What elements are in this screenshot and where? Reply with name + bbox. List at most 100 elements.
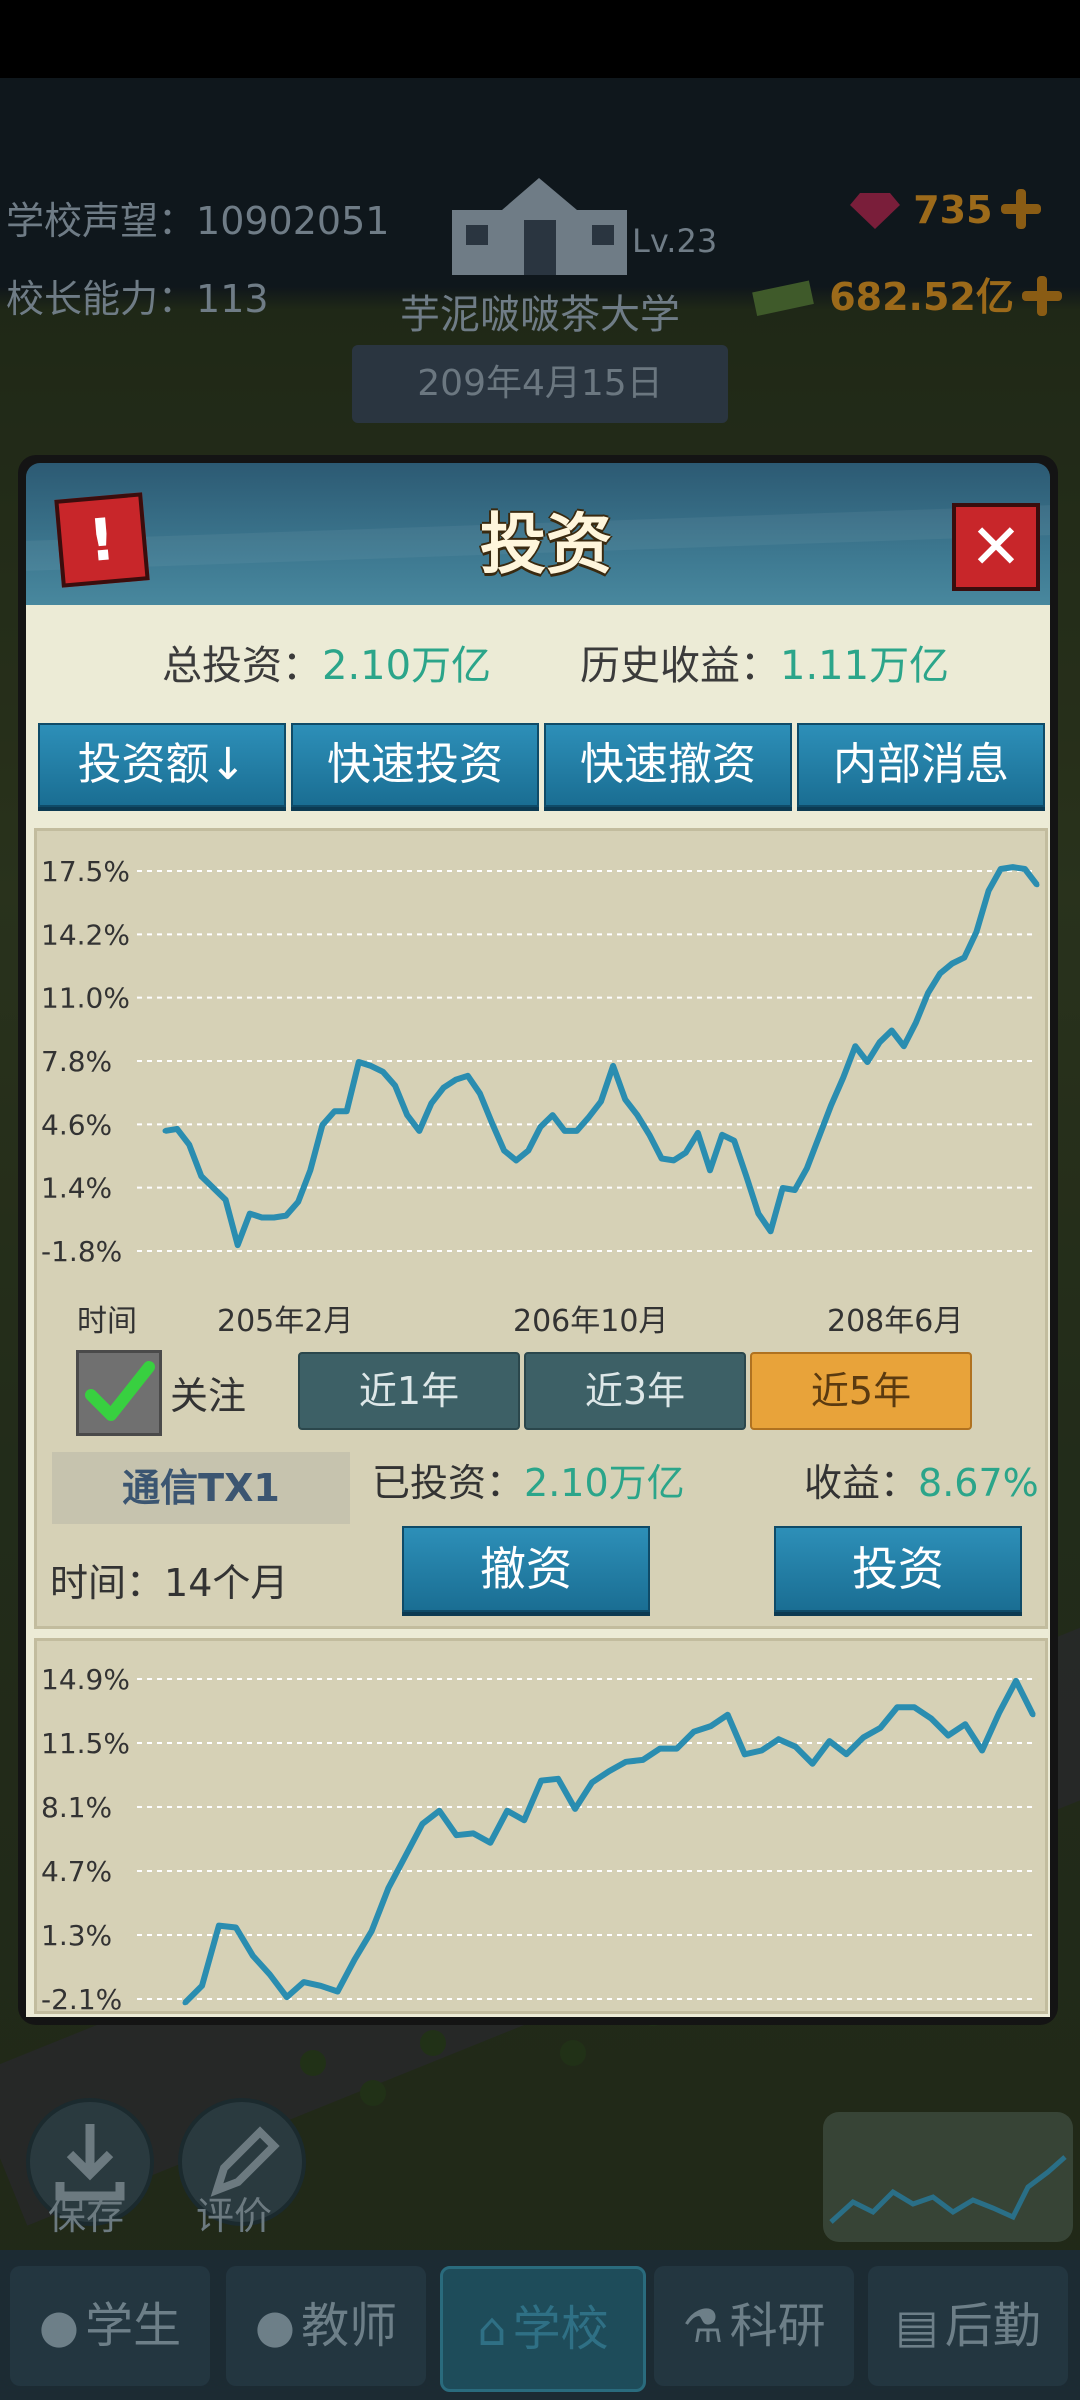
reputation-label: 学校声望： xyxy=(6,199,197,243)
stock-card-2: 14.9% 11.5% 8.1% 4.7% 1.3% -2.1% xyxy=(34,1638,1048,2014)
clipboard-icon: ▤ xyxy=(895,2299,939,2353)
data-point xyxy=(810,1761,815,1767)
money-value: 682.52亿 xyxy=(829,275,1014,319)
data-point xyxy=(586,1114,592,1120)
data-point xyxy=(283,1213,289,1219)
data-point xyxy=(776,1736,782,1742)
x-tick-label: 205年2月 xyxy=(217,1304,354,1339)
nav-label: 后勤 xyxy=(944,2298,1041,2354)
data-point xyxy=(986,888,992,894)
data-point xyxy=(344,1108,350,1114)
data-point xyxy=(489,1120,495,1126)
tab-quick-withdraw[interactable]: 快速撤资 xyxy=(544,723,792,807)
nav-teachers[interactable]: ● 教师 xyxy=(226,2266,426,2386)
data-point xyxy=(487,1840,493,1846)
data-point xyxy=(335,1989,341,1994)
data-point xyxy=(589,1780,595,1785)
data-point xyxy=(731,1138,737,1144)
period-3-years[interactable]: 近3年 xyxy=(524,1352,746,1430)
data-point xyxy=(843,1751,849,1757)
y-tick-label: 14.2% xyxy=(41,918,130,951)
reputation-row: 学校声望：10902051 xyxy=(6,190,389,245)
data-point xyxy=(816,1134,822,1140)
data-point xyxy=(793,1744,799,1750)
data-point xyxy=(937,970,943,976)
follow-label: 关注 xyxy=(170,1374,247,1418)
data-point xyxy=(742,1751,748,1757)
data-point xyxy=(640,1757,646,1763)
data-point xyxy=(572,1806,578,1812)
return-value: 8.67% xyxy=(918,1461,1039,1505)
data-point xyxy=(683,1150,689,1156)
period-1-year[interactable]: 近1年 xyxy=(298,1352,520,1430)
nav-label: 学生 xyxy=(85,2298,182,2354)
invest-button[interactable]: 投资 xyxy=(774,1526,1022,1612)
tab-sort-by-amount[interactable]: 投资额↓ xyxy=(38,723,286,807)
tab-quick-invest[interactable]: 快速投资 xyxy=(291,723,539,807)
invested-label: 已投资： xyxy=(372,1461,525,1505)
data-point xyxy=(199,1983,205,1989)
data-point xyxy=(301,1979,307,1985)
data-point xyxy=(743,1173,749,1179)
data-point xyxy=(674,1746,680,1752)
data-point xyxy=(1034,882,1040,888)
data-point xyxy=(428,1100,434,1106)
withdraw-button[interactable]: 撤资 xyxy=(402,1526,650,1612)
period-5-years[interactable]: 近5年 xyxy=(750,1352,972,1430)
data-point xyxy=(634,1112,640,1118)
data-point xyxy=(465,1073,471,1079)
data-point xyxy=(403,1853,408,1859)
data-point xyxy=(877,1725,883,1731)
nav-students[interactable]: ● 学生 xyxy=(10,2266,210,2386)
data-point xyxy=(1030,1712,1036,1718)
x-tick-label: 206年10月 xyxy=(513,1304,669,1339)
data-point xyxy=(504,1808,510,1814)
data-point xyxy=(419,1821,425,1827)
data-point xyxy=(182,2000,188,2006)
invested-value: 2.10万亿 xyxy=(524,1461,685,1505)
data-point xyxy=(877,1039,883,1045)
data-point xyxy=(894,1704,900,1710)
data-point xyxy=(889,1028,895,1033)
mini-chart-widget[interactable] xyxy=(823,2112,1073,2242)
student-icon: ● xyxy=(38,2299,80,2353)
price-chart-secondary: 14.9% 11.5% 8.1% 4.7% 1.3% -2.1% xyxy=(41,1663,1037,2011)
data-point xyxy=(945,1733,951,1738)
data-point xyxy=(925,990,931,996)
money-counter: 682.52亿 xyxy=(752,266,1062,321)
data-point xyxy=(708,1723,714,1729)
add-gems-icon[interactable] xyxy=(1000,189,1041,229)
follow-checkbox[interactable] xyxy=(76,1350,162,1436)
total-investment-label: 总投资： xyxy=(162,643,322,689)
data-point xyxy=(598,1098,604,1104)
data-point xyxy=(416,1128,422,1134)
nav-school[interactable]: ⌂ 学校 xyxy=(440,2266,646,2392)
data-point xyxy=(671,1157,677,1163)
data-point xyxy=(259,1215,265,1220)
time-value: 14个月 xyxy=(164,1561,289,1605)
close-icon[interactable]: ✕ xyxy=(952,503,1040,591)
y-tick-label: 4.6% xyxy=(41,1108,112,1141)
data-point xyxy=(295,1199,301,1205)
data-point xyxy=(380,1069,386,1075)
data-point xyxy=(210,1185,216,1191)
nav-logistics[interactable]: ▤ 后勤 xyxy=(868,2266,1068,2386)
data-point xyxy=(852,1043,858,1049)
data-point xyxy=(928,1716,934,1721)
game-date: 209年4月15日 xyxy=(352,345,728,423)
data-point xyxy=(973,929,979,935)
data-point xyxy=(233,1925,239,1930)
add-money-icon[interactable] xyxy=(1021,276,1062,316)
nav-research[interactable]: ⚗ 科研 xyxy=(654,2266,854,2386)
y-tick-label: 4.7% xyxy=(41,1855,112,1888)
gem-icon xyxy=(850,189,900,229)
modal-header: ! 投资 ✕ xyxy=(26,463,1050,613)
data-point xyxy=(1010,864,1016,870)
data-point xyxy=(979,1748,985,1753)
y-tick-label: 11.5% xyxy=(41,1727,130,1760)
data-point xyxy=(470,1830,476,1836)
data-point xyxy=(949,961,955,966)
data-point xyxy=(174,1126,180,1132)
data-point xyxy=(610,1063,616,1069)
tab-insider-news[interactable]: 内部消息 xyxy=(797,723,1045,807)
